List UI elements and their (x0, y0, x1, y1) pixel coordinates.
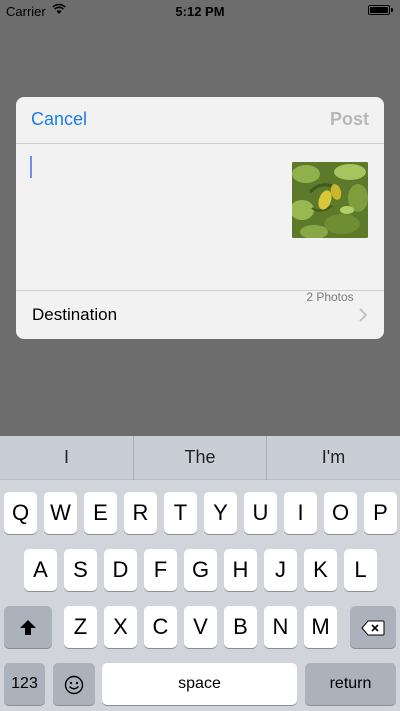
key-a[interactable]: A (24, 549, 57, 591)
keyboard: I The I'm Q W E R T Y U I O P A S D F G … (0, 436, 400, 711)
share-sheet: Cancel Post 2 Photos Destination (16, 97, 384, 339)
destination-label: Destination (32, 305, 118, 324)
text-cursor (30, 156, 32, 178)
key-x[interactable]: X (104, 606, 137, 648)
space-key[interactable]: space (102, 663, 297, 705)
status-bar: Carrier 5:12 PM (0, 0, 400, 22)
shift-icon (20, 620, 36, 636)
key-j[interactable]: J (264, 549, 297, 591)
key-w[interactable]: W (44, 492, 77, 534)
key-r[interactable]: R (124, 492, 157, 534)
key-t[interactable]: T (164, 492, 197, 534)
key-p[interactable]: P (364, 492, 397, 534)
key-f[interactable]: F (144, 549, 177, 591)
compose-text-area[interactable]: 2 Photos (16, 144, 384, 304)
key-z[interactable]: Z (64, 606, 97, 648)
emoji-key[interactable] (53, 663, 95, 705)
chevron-right-icon (359, 308, 368, 322)
prediction-1[interactable]: I (0, 436, 133, 480)
key-e[interactable]: E (84, 492, 117, 534)
delete-key[interactable] (350, 606, 396, 648)
shift-key[interactable] (4, 606, 52, 648)
key-n[interactable]: N (264, 606, 297, 648)
key-q[interactable]: Q (4, 492, 37, 534)
key-o[interactable]: O (324, 492, 357, 534)
photo-thumbnail[interactable] (292, 162, 368, 238)
key-k[interactable]: K (304, 549, 337, 591)
key-g[interactable]: G (184, 549, 217, 591)
key-s[interactable]: S (64, 549, 97, 591)
key-v[interactable]: V (184, 606, 217, 648)
return-key[interactable]: return (305, 663, 396, 705)
battery-icon (368, 5, 393, 15)
key-m[interactable]: M (304, 606, 337, 648)
key-c[interactable]: C (144, 606, 177, 648)
prediction-2[interactable]: The (133, 436, 267, 480)
backspace-icon (361, 620, 385, 636)
post-button[interactable]: Post (330, 109, 369, 130)
prediction-bar: I The I'm (0, 436, 400, 480)
key-b[interactable]: B (224, 606, 257, 648)
numbers-key[interactable]: 123 (4, 663, 45, 705)
sheet-header: Cancel Post (16, 97, 384, 144)
clock: 5:12 PM (175, 4, 225, 19)
cancel-button[interactable]: Cancel (31, 109, 87, 130)
key-l[interactable]: L (344, 549, 377, 591)
emoji-icon (64, 675, 84, 695)
destination-row[interactable]: Destination (16, 290, 384, 339)
key-h[interactable]: H (224, 549, 257, 591)
key-u[interactable]: U (244, 492, 277, 534)
key-y[interactable]: Y (204, 492, 237, 534)
prediction-3[interactable]: I'm (267, 436, 400, 480)
key-i[interactable]: I (284, 492, 317, 534)
key-d[interactable]: D (104, 549, 137, 591)
